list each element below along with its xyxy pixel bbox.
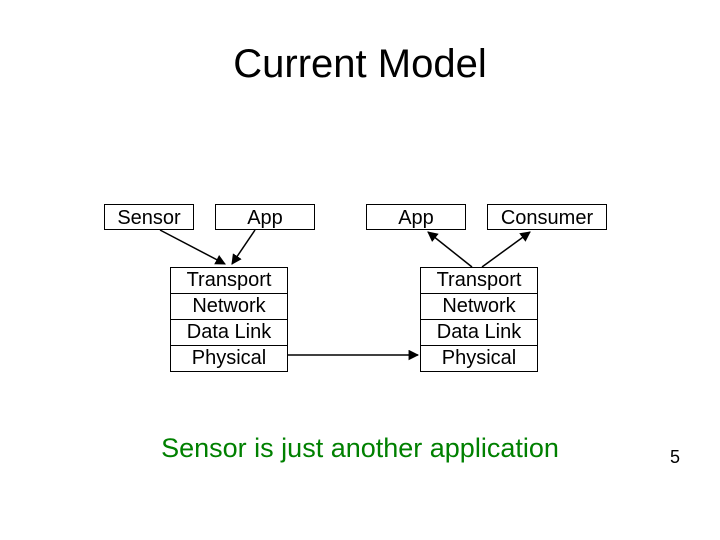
page-number: 5 (670, 447, 680, 468)
slide-title: Current Model (0, 42, 720, 87)
left-stack: Transport Network Data Link Physical (170, 267, 288, 372)
right-stack-transport: Transport (421, 268, 537, 294)
left-stack-datalink: Data Link (171, 320, 287, 346)
right-stack-physical: Physical (421, 346, 537, 371)
right-stack-datalink: Data Link (421, 320, 537, 346)
left-stack-network: Network (171, 294, 287, 320)
box-sensor: Sensor (104, 204, 194, 230)
box-app-left: App (215, 204, 315, 230)
right-stack: Transport Network Data Link Physical (420, 267, 538, 372)
left-stack-physical: Physical (171, 346, 287, 371)
box-consumer: Consumer (487, 204, 607, 230)
right-stack-network: Network (421, 294, 537, 320)
footer-caption: Sensor is just another application (0, 433, 720, 464)
left-stack-transport: Transport (171, 268, 287, 294)
box-app-right: App (366, 204, 466, 230)
